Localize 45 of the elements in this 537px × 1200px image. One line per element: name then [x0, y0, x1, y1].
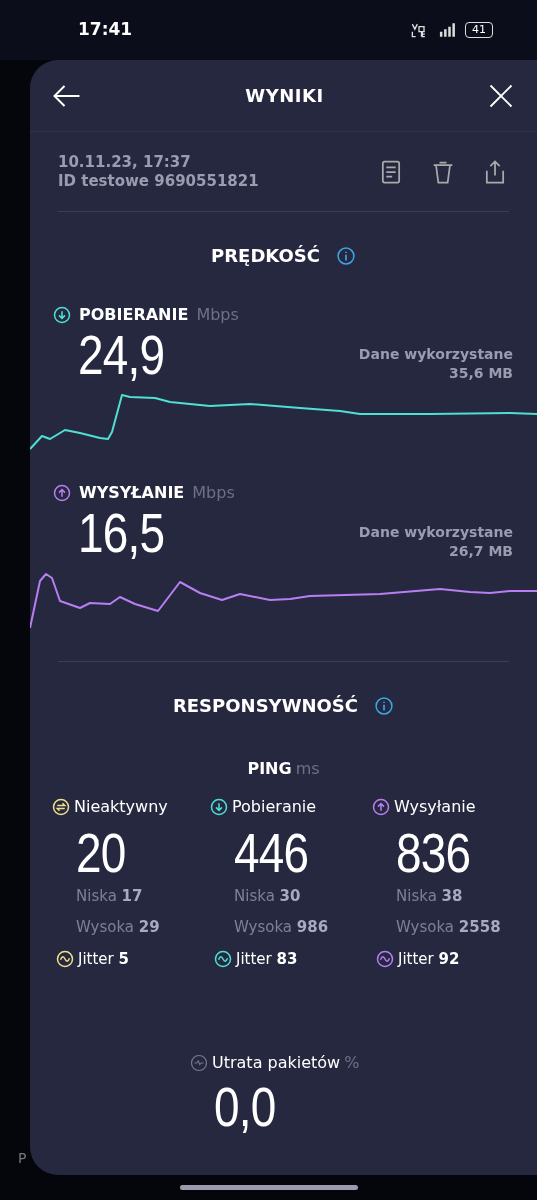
- test-id: ID testowe 9690551821: [58, 171, 259, 191]
- unit-label: Mbps: [192, 482, 235, 504]
- background-text: P: [18, 1149, 27, 1168]
- ping-value: 446: [234, 825, 309, 881]
- low-value: Niska 17: [76, 886, 144, 907]
- metric-label: POBIERANIE: [79, 304, 189, 326]
- ping-value: 20: [76, 825, 126, 881]
- high-value: Wysoka 986: [234, 916, 330, 938]
- test-date: 10.11.23, 17:37: [58, 152, 192, 172]
- metric-label: WYSYŁANIE: [79, 482, 185, 504]
- speed-value: 16,5: [78, 505, 165, 561]
- clock: 17:41: [78, 18, 133, 42]
- ping-type: Pobieranie: [232, 796, 317, 818]
- unit-label: ms: [295, 758, 320, 780]
- data-label: Dane wykorzystane: [358, 345, 513, 364]
- ping-value: 836: [396, 825, 471, 881]
- jitter-value: Jitter 92: [398, 949, 460, 970]
- battery-indicator: 41: [465, 22, 493, 38]
- low-value: Niska 30: [234, 886, 302, 907]
- wave-icon: [376, 950, 394, 969]
- ping-type: Nieaktywny: [74, 796, 168, 818]
- screen-title: WYNIKI: [245, 84, 324, 108]
- high-value: Wysoka 2558: [396, 916, 502, 938]
- section-title: RESPONSYWNOŚĆ: [172, 694, 359, 718]
- info-icon[interactable]: [374, 695, 395, 716]
- ping-type: Wysyłanie: [394, 796, 476, 818]
- wave-icon: [56, 950, 74, 969]
- ping-label: PING: [247, 758, 292, 780]
- unit-label: %: [344, 1051, 360, 1074]
- low-value: Niska 38: [396, 886, 464, 907]
- speed-value: 24,9: [78, 327, 165, 383]
- info-icon[interactable]: [335, 245, 356, 266]
- high-value: Wysoka 29: [76, 916, 161, 938]
- data-label: Dane wykorzystane: [358, 523, 513, 542]
- wave-icon: [214, 950, 232, 969]
- packet-loss-value: 0,0: [214, 1078, 276, 1135]
- data-value: 26,7 MB: [447, 542, 513, 561]
- pulse-icon: [190, 1053, 208, 1072]
- unit-label: Mbps: [196, 304, 239, 326]
- jitter-value: Jitter 5: [78, 949, 129, 970]
- packet-loss-label: Utrata pakietów: [212, 1051, 341, 1074]
- signal-icon: [437, 20, 457, 40]
- data-value: 35,6 MB: [447, 364, 513, 383]
- section-title: PRĘDKOŚĆ: [211, 244, 320, 268]
- jitter-value: Jitter 83: [236, 949, 298, 970]
